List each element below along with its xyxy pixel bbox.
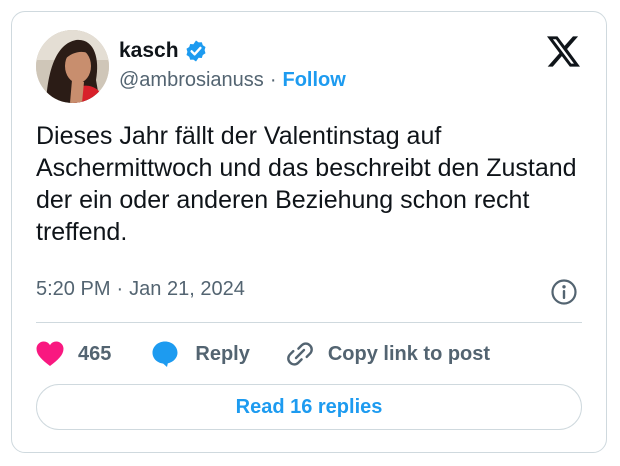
tweet-card: kasch @ambrosianuss · Follow Dieses Jahr…: [11, 11, 607, 453]
reply-button[interactable]: Reply: [151, 340, 250, 368]
x-logo-icon[interactable]: [547, 36, 580, 67]
heart-icon: [36, 341, 64, 366]
verified-badge-icon: [186, 40, 206, 62]
avatar[interactable]: [36, 30, 109, 103]
like-button[interactable]: 465: [36, 341, 111, 367]
reply-label: Reply: [195, 342, 250, 365]
read-replies-label: Read 16 replies: [235, 395, 383, 418]
tweet-timestamp[interactable]: 5:20 PM · Jan 21, 2024: [36, 278, 245, 301]
separator-dot: ·: [116, 278, 124, 300]
copy-link-label: Copy link to post: [327, 342, 491, 365]
copy-link-button[interactable]: Copy link to post: [286, 340, 490, 368]
like-count: 465: [78, 342, 112, 365]
action-bar: 465 Reply Copy link to post: [36, 338, 490, 370]
author-name-row: kasch: [119, 36, 208, 66]
tweet-date: Jan 21, 2024: [129, 278, 245, 300]
display-name[interactable]: kasch: [119, 39, 179, 63]
separator-dot: ·: [269, 69, 277, 91]
divider: [36, 322, 582, 323]
info-icon[interactable]: [550, 278, 578, 306]
read-replies-button[interactable]: Read 16 replies: [36, 384, 582, 430]
tweet-text: Dieses Jahr fällt der Valentinstag auf A…: [36, 122, 577, 246]
author-handle[interactable]: @ambrosianuss: [119, 69, 264, 92]
follow-button[interactable]: Follow: [282, 69, 345, 92]
tweet-time: 5:20 PM: [36, 278, 111, 300]
avatar-photo-icon: [36, 30, 109, 103]
reply-bubble-icon: [152, 341, 178, 367]
handle-row: @ambrosianuss · Follow: [119, 69, 346, 92]
link-icon: [286, 342, 313, 366]
